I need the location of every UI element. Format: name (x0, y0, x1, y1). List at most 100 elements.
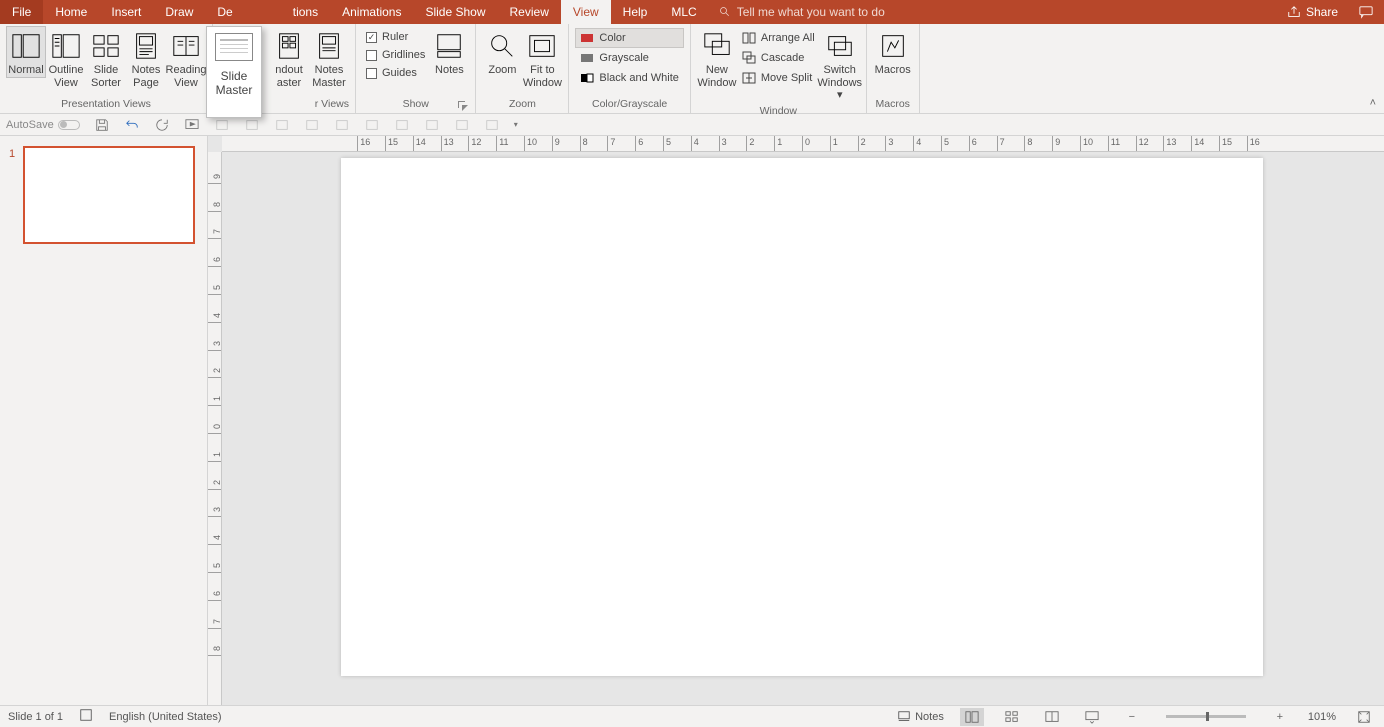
tab-draw[interactable]: Draw (153, 0, 205, 24)
slide-stage[interactable] (222, 152, 1384, 705)
horizontal-ruler[interactable]: 1615141312111098765432101234567891011121… (222, 136, 1384, 152)
zoom-out-button[interactable]: − (1120, 708, 1144, 726)
fit-to-window-button[interactable]: Fit to Window (522, 26, 562, 90)
sorter-icon (1004, 710, 1020, 724)
share-button[interactable]: Share (1277, 0, 1348, 24)
qat-item-8[interactable] (424, 117, 440, 133)
share-icon (1287, 5, 1301, 19)
gridlines-checkbox[interactable]: Gridlines (362, 46, 429, 64)
language-indicator[interactable]: English (United States) (109, 711, 222, 723)
normal-view-button[interactable]: Normal (6, 26, 46, 78)
slide-canvas[interactable] (341, 158, 1263, 676)
slide-sorter-button[interactable]: Slide Sorter (86, 26, 126, 90)
group-zoom: Zoom Fit to Window Zoom (476, 24, 569, 113)
start-from-beginning-button[interactable] (184, 117, 200, 133)
notes-page-icon (130, 30, 162, 62)
notes-master-icon (313, 30, 345, 62)
switch-windows-icon (824, 30, 856, 62)
qat-item-7[interactable] (394, 117, 410, 133)
slide-thumbnail-1[interactable]: 1 (12, 146, 195, 244)
collapse-ribbon-button[interactable]: ˄ (1370, 97, 1376, 109)
tab-review[interactable]: Review (498, 0, 561, 24)
slide-preview (23, 146, 195, 244)
status-bar: Slide 1 of 1 English (United States) Not… (0, 705, 1384, 727)
zoom-level[interactable]: 101% (1308, 711, 1336, 723)
slide-counter[interactable]: Slide 1 of 1 (8, 711, 63, 723)
outline-view-icon (50, 30, 82, 62)
generic-icon (215, 118, 229, 132)
slide-master-button[interactable]: SlideMaster (206, 26, 262, 118)
notes-toggle[interactable]: Notes (897, 710, 944, 724)
tab-mlc[interactable]: MLC (659, 0, 708, 24)
move-split-button[interactable]: Move Split (737, 68, 820, 88)
qat-item-1[interactable] (214, 117, 230, 133)
generic-icon (425, 118, 439, 132)
tab-view[interactable]: View (561, 0, 611, 24)
notes-page-button[interactable]: Notes Page (126, 26, 166, 90)
redo-button[interactable] (154, 117, 170, 133)
save-button[interactable] (94, 117, 110, 133)
normal-view-icon (964, 710, 980, 724)
tab-insert[interactable]: Insert (99, 0, 153, 24)
undo-button[interactable] (124, 117, 140, 133)
qat-item-5[interactable] (334, 117, 350, 133)
arrange-icon (742, 31, 756, 45)
group-label-presentation-views: Presentation Views (6, 96, 206, 113)
zoom-slider[interactable] (1166, 715, 1246, 718)
tab-design[interactable]: De (205, 0, 244, 24)
outline-view-button[interactable]: Outline View (46, 26, 86, 90)
black-white-button[interactable]: Black and White (575, 68, 683, 88)
chevron-down-icon: ▾ (514, 120, 518, 129)
slide-thumbnail-pane[interactable]: 1 (0, 136, 208, 705)
notes-master-button[interactable]: Notes Master (309, 26, 349, 90)
arrange-all-button[interactable]: Arrange All (737, 28, 820, 48)
grayscale-button[interactable]: Grayscale (575, 48, 683, 68)
slide-number: 1 (9, 148, 15, 160)
tell-me-search[interactable]: Tell me what you want to do (719, 0, 885, 24)
generic-icon (455, 118, 469, 132)
ruler-checkbox[interactable]: Ruler (362, 28, 429, 46)
switch-windows-button[interactable]: Switch Windows ▾ (820, 26, 860, 103)
comments-button[interactable] (1348, 0, 1384, 24)
customize-qat-button[interactable]: ▾ (514, 120, 518, 129)
generic-icon (335, 118, 349, 132)
zoom-in-button[interactable]: + (1268, 708, 1292, 726)
new-window-button[interactable]: New Window (697, 26, 737, 90)
qat-item-9[interactable] (454, 117, 470, 133)
color-button[interactable]: Color (575, 28, 683, 48)
macros-icon (877, 30, 909, 62)
zoom-button[interactable]: Zoom (482, 26, 522, 78)
guides-checkbox[interactable]: Guides (362, 64, 429, 82)
dialog-launcher-icon[interactable] (457, 100, 467, 110)
notes-button[interactable]: Notes (429, 26, 469, 78)
qat-item-10[interactable] (484, 117, 500, 133)
color-icon (580, 31, 594, 45)
qat-item-3[interactable] (274, 117, 290, 133)
tab-help[interactable]: Help (611, 0, 660, 24)
redo-icon (155, 118, 169, 132)
reading-view-button[interactable]: Reading View (166, 26, 206, 90)
reading-view-status-button[interactable] (1040, 708, 1064, 726)
tab-file[interactable]: File (0, 0, 43, 24)
sorter-view-status-button[interactable] (1000, 708, 1024, 726)
tab-slideshow[interactable]: Slide Show (413, 0, 497, 24)
qat-item-4[interactable] (304, 117, 320, 133)
qat-item-2[interactable] (244, 117, 260, 133)
qat-item-6[interactable] (364, 117, 380, 133)
slideshow-status-button[interactable] (1080, 708, 1104, 726)
tab-transitions[interactable]: tions (245, 0, 330, 24)
fit-to-window-status-button[interactable] (1352, 708, 1376, 726)
work-area: 1 16151413121110987654321012345678910111… (0, 136, 1384, 705)
normal-view-status-button[interactable] (960, 708, 984, 726)
macros-button[interactable]: Macros (873, 26, 913, 78)
vertical-ruler[interactable]: 987654321012345678 (208, 152, 222, 705)
autosave-toggle[interactable]: AutoSave (6, 119, 80, 131)
accessibility-icon[interactable] (79, 708, 93, 725)
tab-home[interactable]: Home (43, 0, 99, 24)
tab-animations[interactable]: Animations (330, 0, 413, 24)
cascade-button[interactable]: Cascade (737, 48, 820, 68)
checkbox-icon (366, 50, 377, 61)
generic-icon (275, 118, 289, 132)
handout-master-button[interactable]: ndout aster (269, 26, 309, 90)
checkbox-icon (366, 68, 377, 79)
